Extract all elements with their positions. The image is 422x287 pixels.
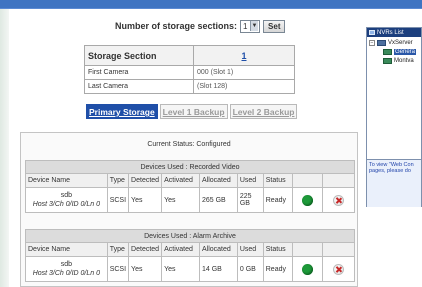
col-activated: Activated	[161, 242, 200, 257]
device-activated: Yes	[161, 187, 200, 213]
storage-level-tabs: Primary Storage Level 1 Backup Level 2 B…	[86, 104, 298, 119]
tree-item-genera[interactable]: Genera	[383, 49, 417, 55]
col-type: Type	[106, 242, 130, 257]
storage-sections-value: 1	[243, 21, 248, 31]
device-path: Host 3/Ch 0/ID 0/Ln 0	[32, 201, 101, 208]
tree-item-server[interactable]: − VxServer	[369, 40, 413, 46]
first-camera-value: 000 (Slot 1)	[193, 65, 295, 80]
device-used: 0 GB	[236, 256, 264, 282]
nvr-list-panel: NVRs List − VxServer Genera Montva To vi…	[366, 27, 422, 207]
col-status: Status	[262, 173, 293, 188]
col-detected: Detected	[128, 242, 163, 257]
devices-panel: Current Status: Configured Devices Used …	[20, 132, 358, 287]
delete-cell	[322, 256, 355, 282]
delete-icon[interactable]	[333, 263, 345, 275]
storage-section-title: Storage Section	[84, 45, 194, 66]
col-activated: Activated	[161, 173, 200, 188]
col-device-name: Device Name	[25, 242, 108, 257]
device-name-cell: sdb Host 3/Ch 0/ID 0/Ln 0	[25, 256, 108, 282]
storage-sections-select[interactable]: 1 ▼	[240, 19, 261, 33]
status-cell	[291, 256, 324, 282]
ready-status-icon	[301, 194, 313, 206]
table-row: sdb Host 3/Ch 0/ID 0/Ln 0 SCSI Yes Yes 2…	[25, 187, 355, 213]
device-used: 225 GB	[236, 187, 264, 213]
device-activated: Yes	[161, 256, 200, 282]
nvr-list-header: NVRs List	[367, 28, 421, 37]
col-allocated: Allocated	[198, 242, 238, 257]
device-type: SCSI	[106, 187, 130, 213]
last-camera-label: Last Camera	[84, 79, 194, 94]
device-detected: Yes	[128, 256, 163, 282]
group-title: Devices Used : Recorded Video	[25, 160, 355, 174]
nvr-icon	[383, 58, 392, 64]
left-margin-strip	[0, 9, 9, 287]
collapse-icon[interactable]: −	[369, 40, 375, 46]
device-path: Host 3/Ch 0/ID 0/Ln 0	[32, 270, 101, 277]
device-name: sdb	[60, 192, 72, 199]
alarm-archive-table: Devices Used : Alarm Archive Device Name…	[25, 229, 355, 282]
col-detected: Detected	[128, 173, 163, 188]
tree-item-label: Montva	[394, 58, 414, 64]
delete-icon[interactable]	[333, 194, 345, 206]
col-status-icon	[291, 242, 324, 257]
tab-level-1-backup[interactable]: Level 1 Backup	[159, 104, 228, 119]
current-status: Current Status: Configured	[147, 141, 231, 148]
storage-sections-label: Number of storage sections:	[115, 21, 238, 31]
tab-primary-storage[interactable]: Primary Storage	[86, 104, 158, 119]
table-row: sdb Host 3/Ch 0/ID 0/Ln 0 SCSI Yes Yes 1…	[25, 256, 355, 282]
delete-cell	[322, 187, 355, 213]
device-name-cell: sdb Host 3/Ch 0/ID 0/Ln 0	[25, 187, 108, 213]
status-cell	[291, 187, 324, 213]
tree-item-label: Genera	[394, 49, 417, 55]
col-used: Used	[236, 173, 264, 188]
server-label: VxServer	[388, 40, 413, 46]
device-status: Ready	[262, 187, 293, 213]
col-type: Type	[106, 173, 130, 188]
recorded-video-table: Devices Used : Recorded Video Device Nam…	[25, 160, 355, 213]
tree-item-montva[interactable]: Montva	[383, 58, 414, 64]
set-button[interactable]: Set	[263, 19, 286, 33]
server-icon	[377, 40, 386, 46]
col-used: Used	[236, 242, 264, 257]
col-delete	[322, 173, 355, 188]
nvr-info-note: To view "Web Con pages, please do	[367, 159, 421, 207]
nvr-list-icon	[369, 30, 375, 35]
device-type: SCSI	[106, 256, 130, 282]
device-allocated: 14 GB	[198, 256, 238, 282]
group-title: Devices Used : Alarm Archive	[25, 229, 355, 243]
storage-section-table: Storage Section 1 First Camera 000 (Slot…	[84, 45, 295, 94]
nvr-list-title: NVRs List	[377, 29, 404, 36]
col-status-icon	[291, 173, 324, 188]
last-camera-value: (Slot 128)	[193, 79, 295, 94]
device-status: Ready	[262, 256, 293, 282]
top-bar	[0, 0, 422, 9]
device-detected: Yes	[128, 187, 163, 213]
tab-level-2-backup[interactable]: Level 2 Backup	[229, 104, 298, 119]
col-allocated: Allocated	[198, 173, 238, 188]
col-status: Status	[262, 242, 293, 257]
storage-section-number-link[interactable]: 1	[193, 45, 295, 66]
col-device-name: Device Name	[25, 173, 108, 188]
ready-status-icon	[301, 263, 313, 275]
nvr-icon	[383, 49, 392, 55]
note-line: pages, please do	[369, 168, 411, 174]
nvr-tree: − VxServer Genera Montva	[367, 37, 421, 159]
storage-sections-control: Number of storage sections: 1 ▼ Set	[115, 19, 286, 33]
chevron-down-icon: ▼	[250, 21, 259, 31]
device-name: sdb	[60, 261, 72, 268]
device-allocated: 265 GB	[198, 187, 238, 213]
col-delete	[322, 242, 355, 257]
first-camera-label: First Camera	[84, 65, 194, 80]
